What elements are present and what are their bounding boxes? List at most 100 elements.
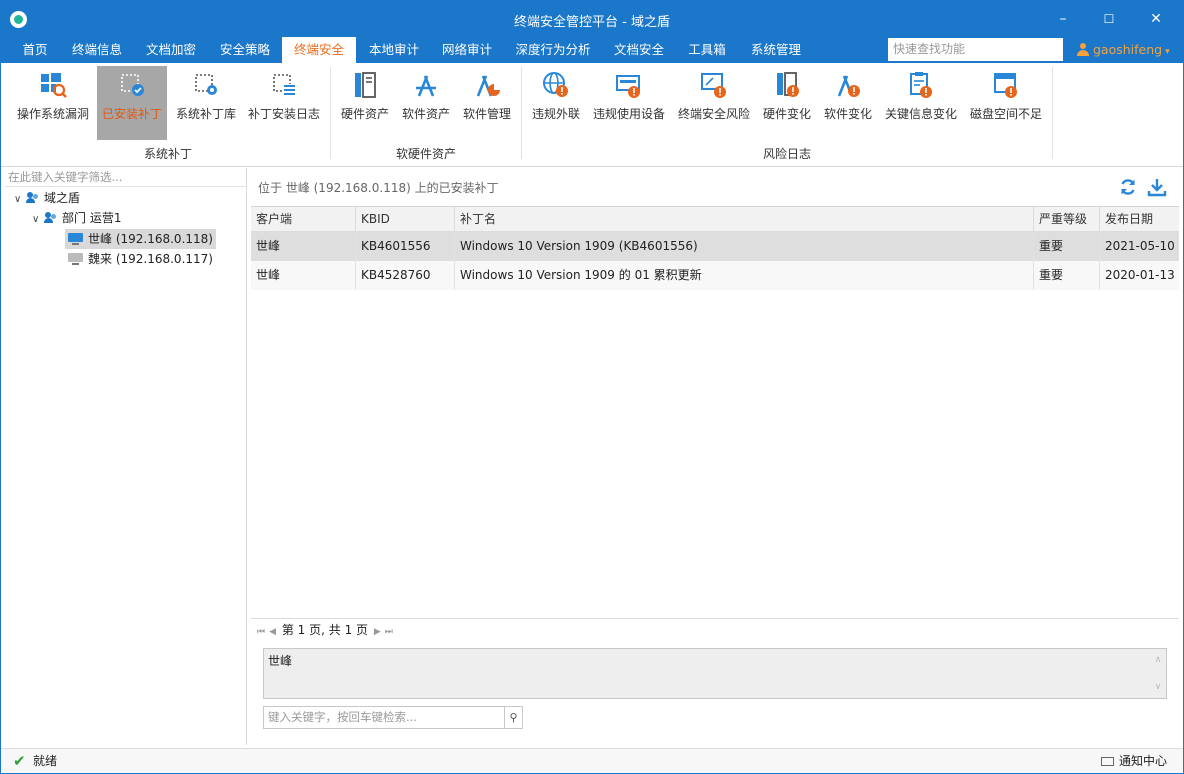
quick-search-input[interactable]: 快速查找功能 (888, 38, 1063, 61)
close-button[interactable]: ✕ (1133, 1, 1179, 37)
chip-gear-icon (195, 74, 217, 95)
minimize-button[interactable]: – (1040, 1, 1086, 37)
patch-install-log-button[interactable]: 补丁安装日志 (245, 66, 323, 140)
illegal-outreach-button[interactable]: 违规外联 (528, 66, 584, 140)
os-vulnerability-label: 操作系统漏洞 (16, 107, 89, 121)
group-label-patch: 系统补丁 (143, 147, 192, 161)
menu-system-manage[interactable]: 系统管理 (741, 37, 811, 63)
terminal-risk-label: 终端安全风险 (677, 107, 750, 121)
os-vulnerability-button[interactable]: 操作系统漏洞 (13, 66, 93, 140)
user-menu[interactable]: gaoshifeng ▾ (1077, 37, 1170, 63)
search-icon[interactable]: ⚲ (505, 706, 523, 729)
hardware-change-label: 硬件变化 (762, 107, 811, 121)
patch-install-log-label: 补丁安装日志 (247, 107, 320, 121)
column-severity[interactable]: 严重等级 (1034, 207, 1100, 232)
server-tower-icon (355, 72, 376, 98)
notification-center-button[interactable]: 通知中心 (1101, 749, 1167, 773)
menu-doc-encrypt[interactable]: 文档加密 (136, 37, 206, 63)
column-kbid[interactable]: KBID (356, 207, 455, 232)
menu-network-audit[interactable]: 网络审计 (432, 37, 502, 63)
last-page-icon[interactable]: ⏭ (385, 627, 393, 637)
disk-space-low-label: 磁盘空间不足 (969, 107, 1042, 121)
app-pie-icon (476, 75, 500, 97)
software-asset-label: 软件资产 (401, 107, 450, 121)
group-divider (521, 67, 522, 159)
column-client[interactable]: 客户端 (251, 207, 356, 232)
next-page-icon[interactable]: ▶ (374, 627, 381, 637)
server-alert-icon (777, 72, 799, 97)
software-change-button[interactable]: 软件变化 (820, 66, 876, 140)
terminal-risk-button[interactable]: 终端安全风险 (674, 66, 754, 140)
installed-patch-label: 已安装补丁 (101, 107, 162, 121)
disk-alert-icon (994, 73, 1017, 98)
software-change-label: 软件变化 (823, 107, 872, 121)
disk-space-low-button[interactable]: 磁盘空间不足 (966, 66, 1046, 140)
app-store-icon (416, 75, 436, 97)
patch-panel: 位于 世峰 (192.168.0.118) 上的已安装补丁 客户端 KBID 补… (251, 168, 1179, 745)
monitor-icon (68, 233, 83, 245)
hardware-asset-label: 硬件资产 (340, 107, 389, 121)
menu-terminal-security[interactable]: 终端安全 (282, 37, 356, 63)
prev-page-icon[interactable]: ◀ (269, 627, 276, 637)
menu-local-audit[interactable]: 本地审计 (359, 37, 429, 63)
menu-security-policy[interactable]: 安全策略 (210, 37, 280, 63)
tree-root-label: 域之盾 (44, 191, 81, 205)
scroll-up-icon[interactable]: ∧ (1152, 651, 1164, 669)
download-icon[interactable] (1147, 177, 1167, 197)
cell-kbid: KB4528760 (356, 261, 455, 290)
chevron-down-icon[interactable]: ∨ (14, 190, 26, 210)
cell-kbid: KB4601556 (356, 232, 455, 261)
status-ready: 就绪 (33, 754, 58, 768)
pager: ⏮ ◀ 第 1 页, 共 1 页 ▶ ⏭ (251, 618, 1179, 642)
card-alert-icon (616, 75, 640, 98)
detail-textbox[interactable]: 世峰 ∧ ∨ (263, 648, 1167, 699)
first-page-icon[interactable]: ⏮ (257, 627, 265, 637)
patch-table: 客户端 KBID 补丁名 严重等级 发布日期 世峰 KB4601556 Wind… (251, 206, 1179, 618)
installed-patch-button[interactable]: 已安装补丁 (97, 66, 167, 140)
breadcrumb: 位于 世峰 (192.168.0.118) 上的已安装补丁 (258, 181, 499, 195)
chevron-down-icon[interactable]: ∨ (32, 210, 44, 230)
ribbon-toolbar: 操作系统漏洞 已安装补丁 系统补丁库 补丁安装日志 系统补丁 硬件资产 软件资产… (1, 63, 1183, 167)
patch-library-label: 系统补丁库 (175, 107, 236, 121)
menu-doc-security[interactable]: 文档安全 (604, 37, 674, 63)
key-info-change-button[interactable]: 关键信息变化 (881, 66, 961, 140)
app-alert-icon (837, 75, 860, 97)
table-header: 客户端 KBID 补丁名 严重等级 发布日期 (251, 207, 1179, 232)
cell-patch-name: Windows 10 Version 1909 的 01 累积更新 (455, 261, 1034, 290)
scroll-down-icon[interactable]: ∨ (1152, 678, 1164, 696)
software-asset-button[interactable]: 软件资产 (398, 66, 454, 140)
illegal-outreach-label: 违规外联 (531, 107, 580, 121)
hardware-change-button[interactable]: 硬件变化 (759, 66, 815, 140)
maximize-button[interactable]: ☐ (1086, 1, 1132, 37)
tree-node-label: 魏来 (192.168.0.117) (88, 252, 213, 266)
column-release-date[interactable]: 发布日期 (1100, 207, 1179, 232)
cell-release-date: 2021-05-10 (1105, 239, 1175, 253)
refresh-icon[interactable] (1118, 177, 1138, 197)
tree-node-weilai[interactable]: 魏来 (192.168.0.117) (68, 249, 213, 269)
column-patch-name[interactable]: 补丁名 (455, 207, 1034, 232)
menu-terminal-info[interactable]: 终端信息 (62, 37, 132, 63)
menu-behavior-analysis[interactable]: 深度行为分析 (507, 37, 599, 63)
group-icon (44, 212, 58, 224)
tree-dept[interactable]: ∨ 部门 运营1 (32, 208, 121, 228)
patch-library-button[interactable]: 系统补丁库 (171, 66, 241, 140)
table-row[interactable]: 世峰 KB4601556 Windows 10 Version 1909 (KB… (251, 232, 1179, 261)
group-label-risk: 风险日志 (762, 147, 811, 161)
globe-alert-icon (543, 72, 568, 97)
software-manage-button[interactable]: 软件管理 (458, 66, 516, 140)
user-icon (1077, 43, 1089, 56)
hardware-asset-button[interactable]: 硬件资产 (337, 66, 393, 140)
keyword-search-input[interactable]: 键入关键字，按回车键检索... (263, 706, 505, 729)
detail-scrollbar[interactable]: ∧ ∨ (1152, 651, 1164, 696)
table-row[interactable]: 世峰 KB4528760 Windows 10 Version 1909 的 0… (251, 261, 1179, 290)
check-icon: ✔ (13, 752, 26, 770)
tree-root[interactable]: ∨ 域之盾 (14, 188, 80, 208)
menu-home[interactable]: 首页 (11, 37, 59, 63)
mail-icon (1101, 757, 1114, 766)
menu-toolbox[interactable]: 工具箱 (678, 37, 736, 63)
tree-node-shifeng[interactable]: 世峰 (192.168.0.118) (65, 229, 216, 249)
illegal-device-button[interactable]: 违规使用设备 (590, 66, 668, 140)
tree-dept-label: 部门 运营1 (62, 211, 122, 225)
key-info-change-label: 关键信息变化 (884, 107, 957, 121)
monitor-offline-icon (68, 253, 83, 265)
